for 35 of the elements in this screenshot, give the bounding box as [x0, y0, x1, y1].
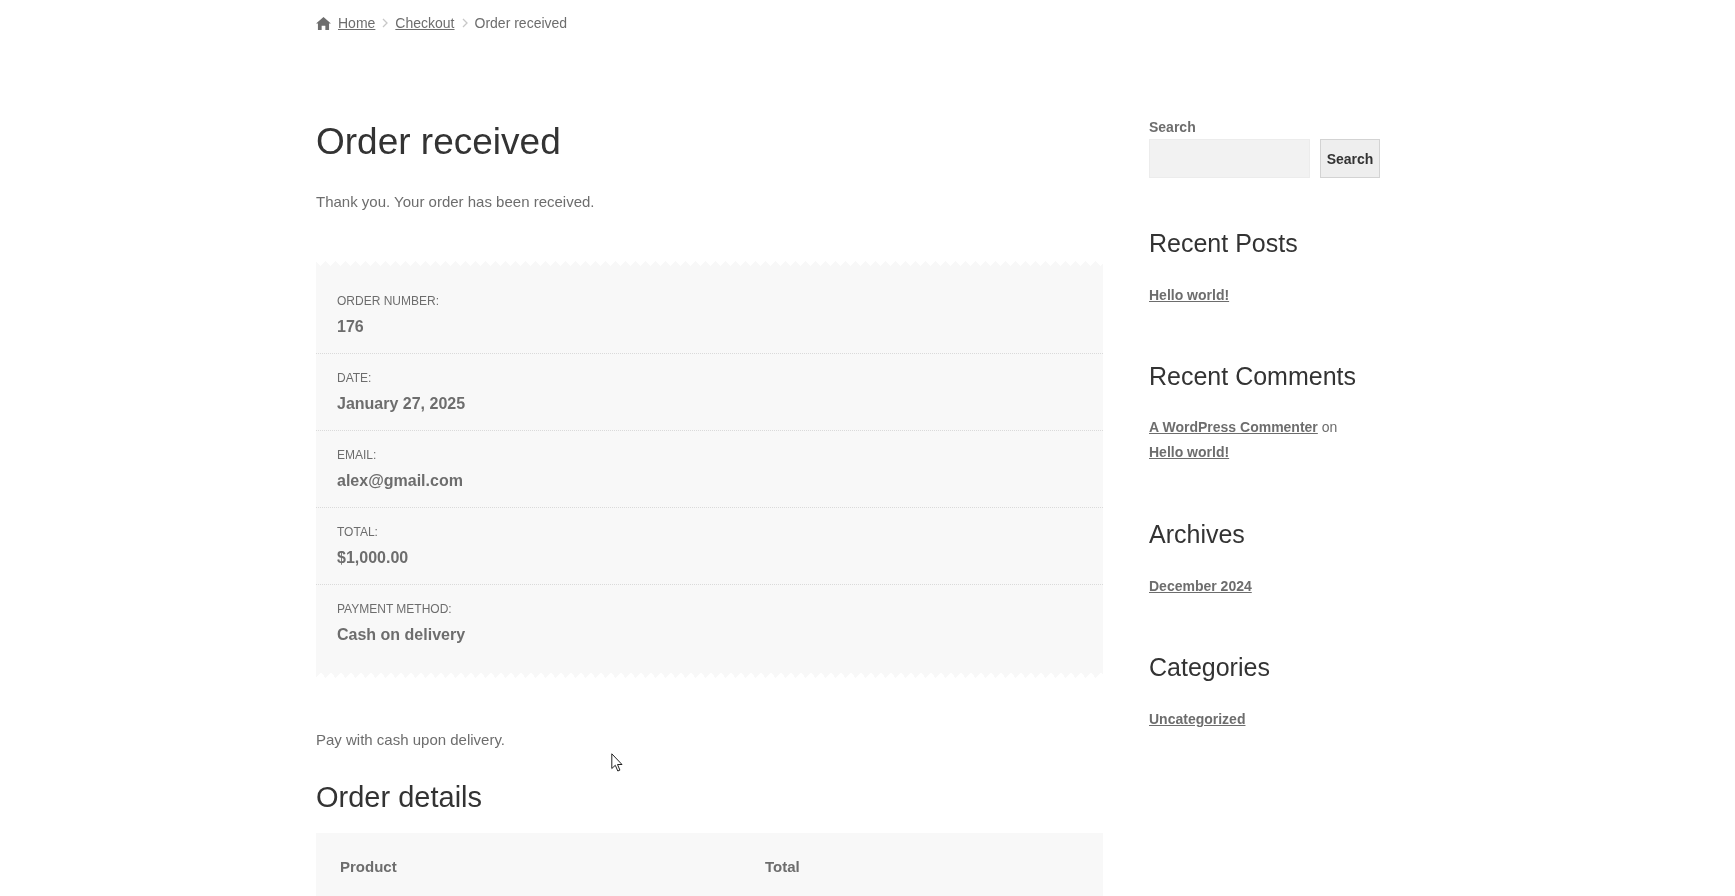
order-notice: Thank you. Your order has been received. — [316, 192, 595, 212]
widget-link[interactable]: Hello world! — [1149, 287, 1230, 303]
page-title: Order received — [316, 120, 561, 164]
overview-value: alex@gmail.com — [337, 471, 463, 491]
overview-label: PAYMENT METHOD: — [337, 601, 452, 618]
widget-title: Recent Posts — [1149, 228, 1298, 259]
overview-label: EMAIL: — [337, 447, 377, 464]
pointer-cursor-icon — [611, 753, 623, 772]
overview-label: ORDER NUMBER: — [337, 293, 439, 310]
overview-value: Cash on delivery — [337, 625, 466, 645]
comment-author-link[interactable]: A WordPress Commenter — [1149, 419, 1318, 435]
widget-title: Recent Comments — [1149, 361, 1357, 392]
breadcrumb-current: Order received — [474, 14, 568, 32]
column-header: Total — [765, 857, 800, 877]
widget-title: Archives — [1149, 519, 1245, 550]
section-title: Order details — [316, 780, 482, 815]
search-label: Search — [1149, 118, 1196, 137]
chevron-icon — [461, 18, 468, 28]
widget-link[interactable]: December 2024 — [1149, 578, 1252, 594]
overview-value: 176 — [337, 317, 364, 337]
search-button[interactable]: Search — [1320, 139, 1380, 178]
overview-value: January 27, 2025 — [337, 394, 466, 414]
breadcrumb-link[interactable]: Checkout — [395, 14, 455, 32]
column-header: Product — [340, 857, 397, 877]
home-icon — [316, 16, 331, 30]
widget-link[interactable]: Uncategorized — [1149, 711, 1246, 727]
comment-entry: A WordPress Commenter on Hello world! — [1149, 418, 1339, 462]
widget-title: Categories — [1149, 652, 1270, 683]
overview-label: DATE: — [337, 370, 372, 387]
overview-label: TOTAL: — [337, 524, 378, 541]
chevron-icon — [382, 18, 389, 28]
comment-post-link[interactable]: Hello world! — [1149, 444, 1230, 460]
overview-value: $1,000.00 — [337, 548, 409, 568]
payment-instructions: Pay with cash upon delivery. — [316, 730, 505, 750]
breadcrumb-link[interactable]: Home — [338, 14, 376, 32]
